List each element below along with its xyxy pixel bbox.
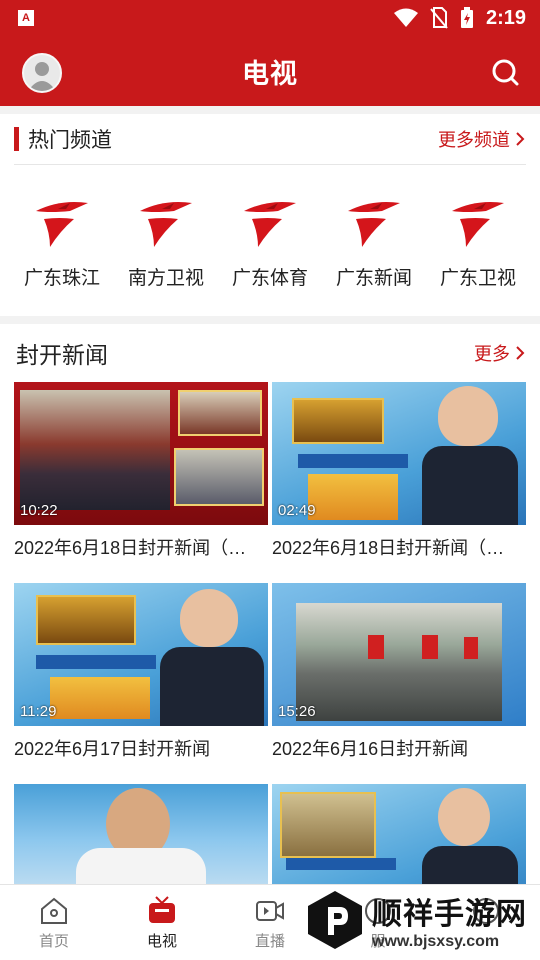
channel-name: 广东卫视 <box>439 268 516 289</box>
anchor-face <box>180 589 238 647</box>
news-card[interactable]: 11:29 2022年6月17日封开新闻 <box>14 583 268 776</box>
section-marker <box>14 127 19 151</box>
more-channels-link[interactable]: 更多频道 <box>438 126 526 152</box>
watermark-url: www.bjsxsy.com <box>372 933 500 950</box>
channel-logo-icon <box>244 202 296 247</box>
thumbnail-strip <box>286 858 396 870</box>
program-logo <box>36 595 136 645</box>
page-title: 电视 <box>242 58 298 89</box>
video-duration: 02:49 <box>278 502 316 519</box>
channel-logo-icon <box>452 202 504 247</box>
worker-figure <box>422 635 438 659</box>
tab-label: 首页 <box>38 933 69 950</box>
video-duration: 11:29 <box>20 703 57 720</box>
status-bar: A 2:19 <box>0 0 540 36</box>
channel-item[interactable]: 广东卫视 <box>430 189 526 290</box>
tab-label: 电视 <box>146 933 177 950</box>
channel-item[interactable]: 广东珠江 <box>14 189 110 290</box>
site-watermark: 顺祥手游网 www.bjsxsy.com <box>304 880 540 960</box>
user-avatar-icon <box>28 62 56 91</box>
video-thumbnail[interactable]: 15:26 <box>272 583 526 726</box>
worker-figure <box>368 635 384 659</box>
divider <box>14 164 526 165</box>
home-icon <box>41 897 67 924</box>
thumbnail-image <box>20 390 170 510</box>
video-thumbnail[interactable]: 02:49 <box>272 382 526 525</box>
video-icon <box>256 901 284 921</box>
thumbnail-image <box>174 448 264 506</box>
news-card[interactable]: 02:49 2022年6月18日封开新闻（… <box>272 382 526 575</box>
local-news-section: 封开新闻 更多 10:22 2022年6月18日封开新闻（… 02:49 202… <box>0 324 540 927</box>
anchor-face <box>438 788 490 846</box>
wifi-icon <box>393 8 418 27</box>
watermark-logo-icon <box>308 891 362 949</box>
video-thumbnail[interactable]: 11:29 <box>14 583 268 726</box>
notification-app-icon: A <box>18 10 34 26</box>
news-title: 2022年6月18日封开新闻（… <box>272 538 505 558</box>
hot-channels-section: 热门频道 更多频道 广东珠江 南方卫视 广东体育 广东新闻 广东卫视 <box>0 114 540 316</box>
news-title: 2022年6月17日封开新闻 <box>14 739 211 759</box>
thumbnail-strip <box>36 655 156 669</box>
no-sim-icon <box>430 7 448 29</box>
news-title: 2022年6月16日封开新闻 <box>272 739 469 759</box>
avatar[interactable] <box>22 53 62 93</box>
news-card[interactable]: 15:26 2022年6月16日封开新闻 <box>272 583 526 776</box>
thumbnail-image <box>280 792 376 858</box>
anchor-suit <box>160 647 264 726</box>
news-card[interactable]: 10:22 2022年6月18日封开新闻（… <box>14 382 268 575</box>
battery-charging-icon <box>460 7 473 28</box>
channel-name: 广东新闻 <box>335 268 412 289</box>
thumbnail-image <box>178 390 262 436</box>
thumbnail-ad <box>308 474 398 520</box>
hot-channels-header: 热门频道 更多频道 <box>0 114 540 164</box>
channel-logo-icon <box>36 202 88 247</box>
program-logo <box>292 398 384 444</box>
channel-name: 广东体育 <box>231 268 308 289</box>
more-channels-label: 更多频道 <box>438 130 510 150</box>
news-title: 2022年6月18日封开新闻（… <box>14 538 247 558</box>
channel-logo-icon <box>140 202 192 247</box>
section-title: 封开新闻 <box>16 342 108 368</box>
news-grid: 10:22 2022年6月18日封开新闻（… 02:49 2022年6月18日封… <box>0 382 540 960</box>
chevron-right-icon <box>516 132 525 146</box>
thumbnail-ad <box>50 677 150 719</box>
video-thumbnail[interactable]: 10:22 <box>14 382 268 525</box>
section-title: 热门频道 <box>28 129 112 152</box>
thumbnail-strip <box>298 454 408 468</box>
chevron-right-icon <box>516 346 525 360</box>
thumbnail-image <box>296 603 502 721</box>
channel-item[interactable]: 南方卫视 <box>118 189 214 290</box>
channel-logo-icon <box>348 202 400 247</box>
anchor-face <box>438 386 498 446</box>
watermark-text: 顺祥手游网 www.bjsxsy.com <box>372 889 527 951</box>
channel-name: 广东珠江 <box>23 268 100 289</box>
news-header: 封开新闻 更多 <box>0 324 540 382</box>
tv-icon <box>149 896 175 923</box>
channel-item[interactable]: 广东新闻 <box>326 189 422 290</box>
tab-home[interactable]: 首页 <box>0 885 108 960</box>
channel-name: 南方卫视 <box>127 268 204 289</box>
worker-figure <box>464 637 478 659</box>
channel-item[interactable]: 广东体育 <box>222 189 318 290</box>
watermark-brand: 顺祥手游网 <box>372 898 527 931</box>
video-duration: 10:22 <box>20 502 58 519</box>
channel-list: 广东珠江 南方卫视 广东体育 广东新闻 广东卫视 <box>0 189 540 290</box>
tab-label: 直播 <box>254 933 285 950</box>
tab-tv[interactable]: 电视 <box>108 885 216 960</box>
more-news-label: 更多 <box>474 344 510 364</box>
search-icon[interactable] <box>490 57 520 87</box>
anchor-suit <box>422 446 518 525</box>
status-time: 2:19 <box>485 6 526 29</box>
app-bar: 电视 <box>0 36 540 106</box>
video-duration: 15:26 <box>278 703 316 720</box>
more-news-link[interactable]: 更多 <box>474 340 526 366</box>
